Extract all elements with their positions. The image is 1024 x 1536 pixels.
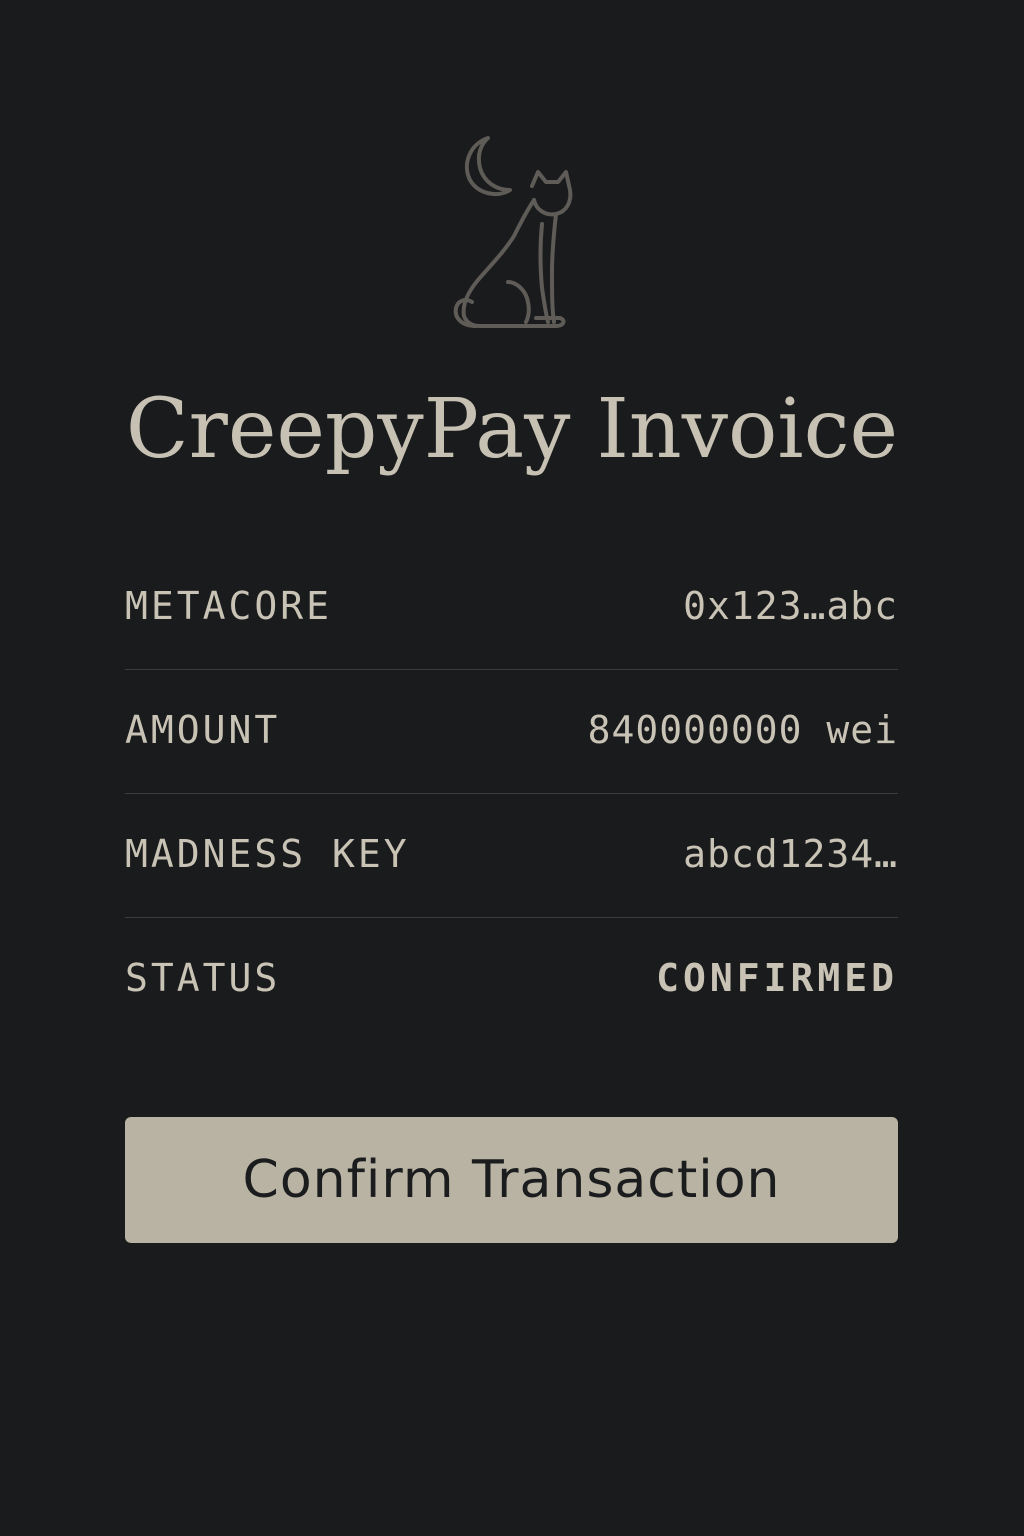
detail-row-status: STATUS CONFIRMED xyxy=(125,918,898,1042)
detail-row-madness-key: MADNESS KEY abcd1234… xyxy=(125,794,898,918)
status-badge: CONFIRMED xyxy=(656,956,898,1000)
logo xyxy=(446,132,582,332)
detail-value: 840000000 wei xyxy=(587,708,898,752)
detail-label: METACORE xyxy=(125,584,333,628)
page-title: CreepyPay Invoice xyxy=(125,382,899,477)
detail-label: AMOUNT xyxy=(125,708,281,752)
confirm-transaction-button[interactable]: Confirm Transaction xyxy=(125,1117,898,1243)
detail-label: MADNESS KEY xyxy=(125,832,410,876)
moon-cat-icon xyxy=(446,132,582,332)
detail-row-amount: AMOUNT 840000000 wei xyxy=(125,670,898,794)
detail-value: abcd1234… xyxy=(683,832,898,876)
detail-row-metacore: METACORE 0x123…abc xyxy=(125,546,898,670)
detail-label: STATUS xyxy=(125,956,281,1000)
detail-value: 0x123…abc xyxy=(683,584,898,628)
invoice-details: METACORE 0x123…abc AMOUNT 840000000 wei … xyxy=(125,546,898,1042)
